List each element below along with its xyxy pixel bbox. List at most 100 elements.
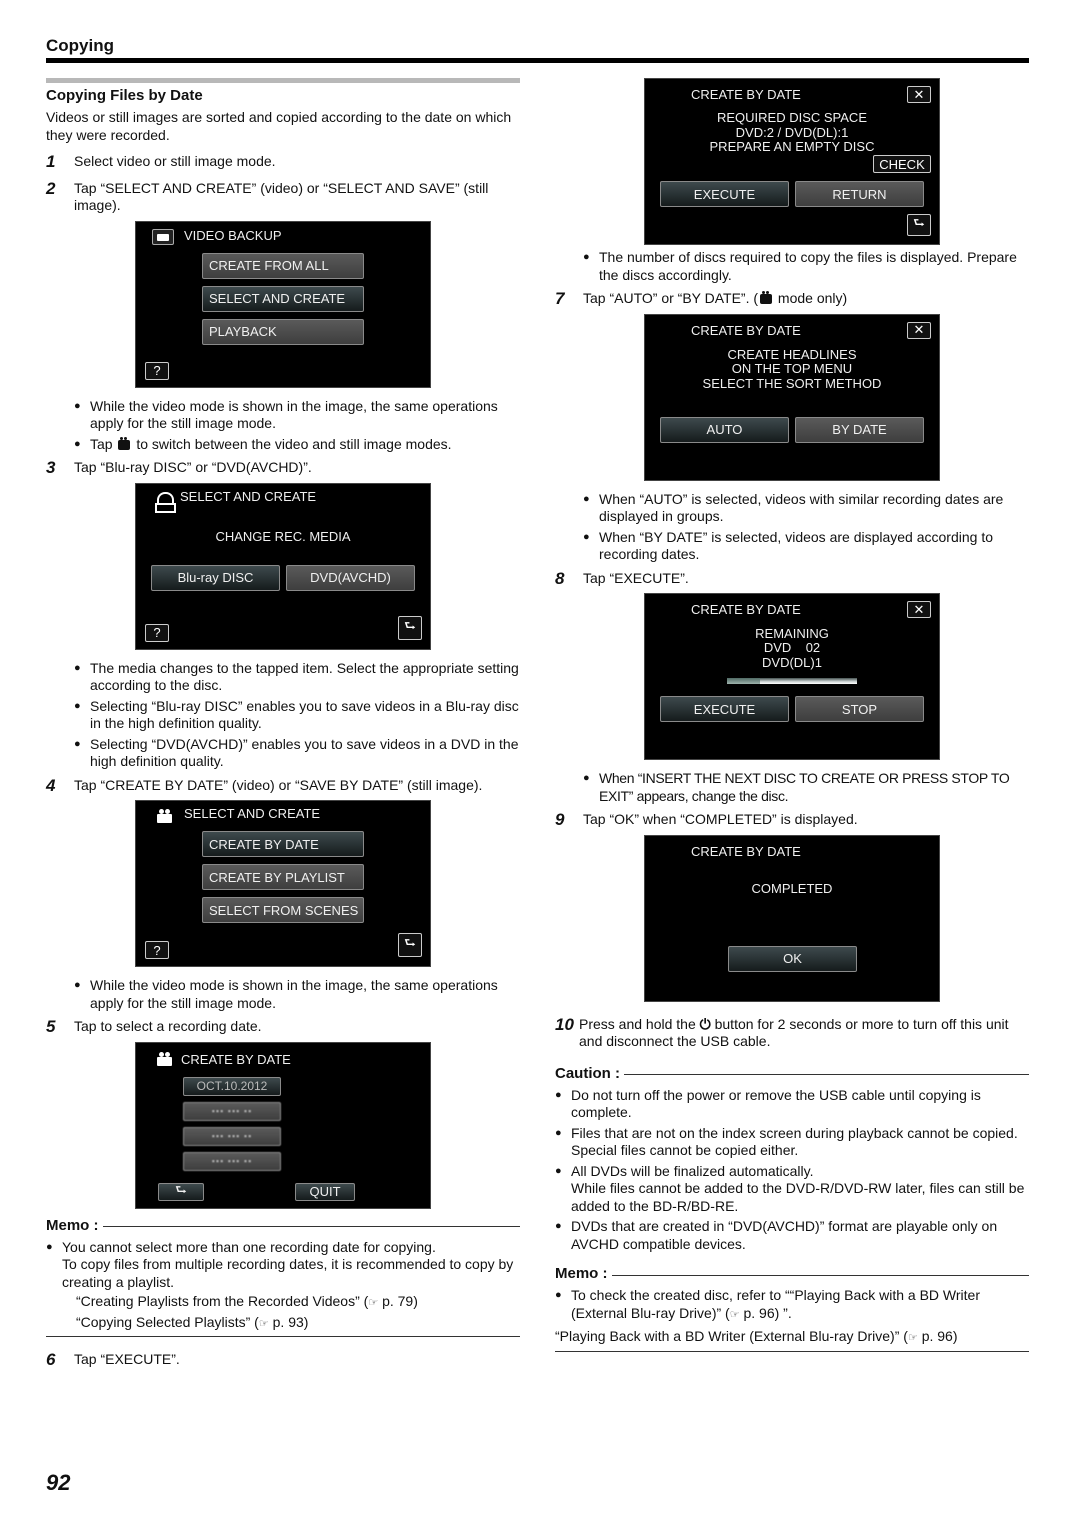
stop-button[interactable]: STOP <box>795 696 924 722</box>
create-from-all-button[interactable]: CREATE FROM ALL <box>202 252 364 279</box>
step-text: Tap “SELECT AND CREATE” (video) or “SELE… <box>74 179 489 214</box>
help-icon[interactable]: ? <box>145 623 169 642</box>
step-number: 7 <box>555 289 565 308</box>
step-4: 4 Tap “CREATE BY DATE” (video) or “SAVE … <box>46 777 520 795</box>
section-rule <box>46 78 520 83</box>
step-number: 1 <box>46 152 56 171</box>
create-by-date-button[interactable]: CREATE BY DATE <box>202 831 364 857</box>
bullet-item: ● When “BY DATE” is selected, videos are … <box>583 528 994 563</box>
step-number: 3 <box>46 458 56 477</box>
memo-end-rule <box>46 1336 520 1337</box>
step-text: Tap “EXECUTE”. <box>583 569 689 586</box>
left-column: Copying Files by Date Videos or still im… <box>46 78 520 1378</box>
cross-reference-link[interactable]: “Copying Selected Playlists” (☞ p. 93) <box>76 1313 520 1334</box>
step-number: 5 <box>46 1017 56 1036</box>
screen-required-space: CREATE BY DATE ✕ REQUIRED DISC SPACE DVD… <box>644 78 940 245</box>
step-6: 6 Tap “EXECUTE”. <box>46 1351 520 1369</box>
memo-end-rule <box>555 1350 1029 1352</box>
caution-bullet: ● All DVDs will be finalized automaticall… <box>555 1162 1025 1214</box>
execute-button[interactable]: EXECUTE <box>660 696 789 722</box>
screen-sort-method: CREATE BY DATE ✕ CREATE HEADLINES ON THE… <box>644 313 940 481</box>
step-number: 4 <box>46 775 56 795</box>
memo-heading: Memo : <box>555 1265 1029 1282</box>
screen-line: ON THE TOP MENU <box>731 360 853 376</box>
close-icon[interactable]: ✕ <box>907 321 931 339</box>
auto-button[interactable]: AUTO <box>660 416 789 443</box>
cross-reference-link[interactable]: “Playing Back with a BD Writer (External… <box>555 1327 1029 1348</box>
back-icon[interactable]: ⮑ <box>907 214 931 236</box>
help-icon[interactable]: ? <box>145 361 169 380</box>
execute-button[interactable]: EXECUTE <box>660 181 789 207</box>
close-icon[interactable]: ✕ <box>907 86 931 103</box>
step-number: 10 <box>555 1014 574 1034</box>
step-number: 2 <box>46 178 56 198</box>
video-mode-icon[interactable] <box>152 228 174 245</box>
screen-title: CREATE BY DATE <box>691 322 801 338</box>
screen-line: PREPARE AN EMPTY DISC <box>709 139 875 154</box>
disc-icon <box>155 491 176 513</box>
back-button[interactable]: ⮑ <box>158 1182 204 1201</box>
blu-ray-disc-button[interactable]: Blu-ray DISC <box>151 564 280 591</box>
screen-title: CREATE BY DATE <box>691 843 801 859</box>
screen-video-backup: VIDEO BACKUP CREATE FROM ALL SELECT AND … <box>135 220 431 388</box>
screen-date-list: CREATE BY DATE OCT.10.2012 ▪▪▪ ▪▪▪ ▪▪ ▪▪… <box>135 1041 431 1209</box>
help-icon[interactable]: ? <box>145 941 169 959</box>
step-2: 2 Tap “SELECT AND CREATE” (video) or “SE… <box>46 180 520 215</box>
playback-button[interactable]: PLAYBACK <box>202 318 364 345</box>
screen-message: COMPLETED <box>751 880 833 896</box>
return-button[interactable]: RETURN <box>795 181 924 207</box>
section-intro: Videos or still images are sorted and co… <box>46 109 512 143</box>
caution-heading: Caution : <box>555 1065 1029 1082</box>
step-10: 10 Press and hold the ⏻ button for 2 sec… <box>555 1016 1029 1051</box>
close-icon[interactable]: ✕ <box>907 601 931 618</box>
step-text: Select video or still image mode. <box>74 153 276 169</box>
date-item[interactable]: OCT.10.2012 <box>183 1076 281 1096</box>
screen-change-media: SELECT AND CREATE CHANGE REC. MEDIA Blu-… <box>135 482 431 650</box>
step-text: Tap “EXECUTE”. <box>74 1351 180 1367</box>
back-icon[interactable]: ⮑ <box>398 615 422 640</box>
screen-remaining: CREATE BY DATE ✕ REMAINING DVD 02 DVD(DL… <box>644 593 940 760</box>
quit-button[interactable]: QUIT <box>295 1182 355 1201</box>
bullet-item: ● The number of discs required to copy th… <box>583 249 1017 283</box>
by-date-button[interactable]: BY DATE <box>795 416 924 443</box>
bullet-item: ● The media changes to the tapped item. S… <box>74 659 519 694</box>
video-camera-icon <box>154 1051 174 1066</box>
step-number: 6 <box>46 1350 56 1369</box>
date-item[interactable]: ▪▪▪ ▪▪▪ ▪▪ <box>183 1126 281 1146</box>
reference-pointer-icon: ☞ <box>258 1317 269 1330</box>
screen-select-and-create: SELECT AND CREATE CREATE BY DATE CREATE … <box>135 800 431 967</box>
bullet-item: ● While the video mode is shown in the i… <box>74 397 498 432</box>
right-column: CREATE BY DATE ✕ REQUIRED DISC SPACE DVD… <box>555 78 1029 1366</box>
step-number: 9 <box>555 810 565 829</box>
cross-reference-link[interactable]: “Creating Playlists from the Recorded Vi… <box>76 1292 520 1313</box>
bullet-item: ● Tap to switch between the video and st… <box>74 435 452 452</box>
select-and-create-button[interactable]: SELECT AND CREATE <box>202 285 364 312</box>
bullet-item: ● Selecting “DVD(AVCHD)” enables you to s… <box>74 735 519 770</box>
screen-title: SELECT AND CREATE <box>180 488 317 504</box>
date-item[interactable]: ▪▪▪ ▪▪▪ ▪▪ <box>183 1151 281 1171</box>
power-icon: ⏻ <box>699 1015 711 1032</box>
screen-line: CREATE HEADLINES <box>727 346 857 362</box>
dvd-avchd-button[interactable]: DVD(AVCHD) <box>286 564 415 591</box>
copy-progress-fill <box>727 678 760 684</box>
video-mode-icon <box>760 291 773 304</box>
screen-message: CHANGE REC. MEDIA <box>215 528 351 544</box>
caution-bullet: ● Files that are not on the index screen … <box>555 1124 1018 1159</box>
screen-title: CREATE BY DATE <box>691 87 801 102</box>
create-by-playlist-button[interactable]: CREATE BY PLAYLIST <box>202 864 364 890</box>
step-3: 3 Tap “Blu-ray DISC” or “DVD(AVCHD)”. <box>46 459 520 477</box>
date-item[interactable]: ▪▪▪ ▪▪▪ ▪▪ <box>183 1101 281 1121</box>
back-icon[interactable]: ⮑ <box>398 933 422 957</box>
check-button[interactable]: CHECK <box>873 155 931 173</box>
memo-heading: Memo : <box>46 1217 520 1234</box>
select-from-scenes-button[interactable]: SELECT FROM SCENES <box>202 897 364 923</box>
video-camera-icon <box>154 809 174 823</box>
step-7: 7 Tap “AUTO” or “BY DATE”. ( mode only) <box>555 290 1029 308</box>
screen-line: REQUIRED DISC SPACE <box>716 110 867 125</box>
screen-title: CREATE BY DATE <box>691 602 801 617</box>
reference-pointer-icon: ☞ <box>729 1308 740 1321</box>
step-5: 5 Tap to select a recording date. <box>46 1018 520 1036</box>
ok-button[interactable]: OK <box>728 945 857 972</box>
screen-line: DVD(DL)1 <box>762 655 822 670</box>
copy-progress-bar <box>727 678 857 684</box>
